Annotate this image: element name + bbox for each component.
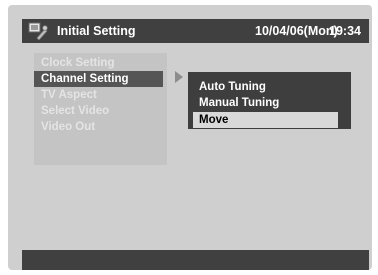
title-bar: Initial Setting 10/04/06(Mon) 19:34: [22, 19, 369, 43]
osd-screen: Initial Setting 10/04/06(Mon) 19:34 Cloc…: [8, 5, 372, 270]
bottom-bar: [22, 250, 369, 270]
menu-item-select-video[interactable]: Select Video: [34, 103, 109, 119]
page-title: Initial Setting: [57, 24, 136, 38]
submenu-arrow-icon: [175, 71, 183, 83]
time-display: 19:34: [329, 24, 361, 38]
date-display: 10/04/06(Mon): [255, 24, 338, 38]
submenu-item-move[interactable]: Move: [193, 112, 338, 128]
main-menu: Clock Setting Channel Setting TV Aspect …: [34, 53, 167, 165]
submenu-item-auto-tuning[interactable]: Auto Tuning: [193, 79, 266, 95]
menu-item-tv-aspect[interactable]: TV Aspect: [34, 87, 97, 103]
menu-item-video-out[interactable]: Video Out: [34, 119, 95, 135]
menu-item-channel-setting[interactable]: Channel Setting: [34, 71, 163, 87]
submenu-item-manual-tuning[interactable]: Manual Tuning: [193, 95, 279, 111]
channel-setting-submenu: Auto Tuning Manual Tuning Move: [188, 72, 351, 129]
setup-tools-icon: [28, 22, 48, 41]
menu-item-clock-setting[interactable]: Clock Setting: [34, 55, 114, 71]
